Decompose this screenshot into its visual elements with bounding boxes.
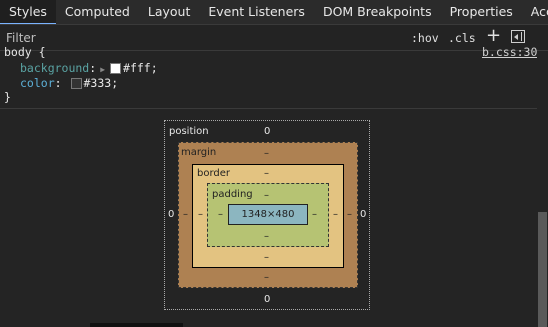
toggle-sidebar-icon[interactable] <box>511 30 525 43</box>
box-model-content[interactable]: 1348×480 <box>228 204 308 225</box>
margin-right-value[interactable]: – <box>347 209 352 220</box>
hover-state-toggle[interactable]: :hov <box>411 31 439 45</box>
style-rules-pane: body { b.css:30 background: ▶ #fff; color:… <box>0 45 548 109</box>
rule-selector[interactable]: body { <box>4 45 46 59</box>
property-value[interactable]: #fff <box>123 61 151 75</box>
tab-accessibility[interactable]: Accessibility <box>522 0 548 24</box>
devtools-sidebar-tabs: Styles Computed Layout Event Listeners D… <box>0 0 548 25</box>
class-toggle[interactable]: .cls <box>448 31 476 45</box>
border-top-value[interactable]: – <box>264 168 269 179</box>
margin-bottom-value[interactable]: – <box>264 272 269 283</box>
padding-top-value[interactable]: – <box>264 190 269 201</box>
declaration-color[interactable]: color: #333; <box>20 76 118 90</box>
rule-close-brace: } <box>4 90 11 104</box>
border-bottom-value[interactable]: – <box>264 252 269 263</box>
position-left-value[interactable]: 0 <box>168 209 174 220</box>
property-name[interactable]: background <box>20 61 89 75</box>
color-swatch-icon[interactable] <box>110 63 122 74</box>
padding-bottom-value[interactable]: – <box>264 231 269 242</box>
styles-toolbar: Filter :hov .cls + <box>0 25 548 51</box>
margin-top-value[interactable]: – <box>264 148 269 159</box>
position-top-value[interactable]: 0 <box>264 126 270 137</box>
color-swatch-icon[interactable] <box>70 78 82 89</box>
new-style-rule-button[interactable]: + <box>486 26 501 46</box>
declaration-background[interactable]: background: ▶ #fff; <box>20 61 158 75</box>
position-label: position <box>169 126 209 137</box>
tab-computed[interactable]: Computed <box>56 0 139 24</box>
border-label: border <box>197 168 231 179</box>
margin-left-value[interactable]: – <box>183 209 188 220</box>
rule-source-link[interactable]: b.css:30 <box>482 45 537 59</box>
padding-left-value[interactable]: – <box>218 209 223 220</box>
property-value[interactable]: #333 <box>84 76 112 90</box>
tab-event-listeners[interactable]: Event Listeners <box>199 0 314 24</box>
position-bottom-value[interactable]: 0 <box>264 294 270 305</box>
scrollbar-thumb[interactable] <box>538 212 547 327</box>
tab-properties[interactable]: Properties <box>441 0 522 24</box>
margin-label: margin <box>181 147 217 158</box>
tab-dom-breakpoints[interactable]: DOM Breakpoints <box>314 0 441 24</box>
property-name[interactable]: color <box>20 76 55 90</box>
padding-right-value[interactable]: – <box>312 209 317 220</box>
border-left-value[interactable]: – <box>198 209 203 220</box>
tab-layout[interactable]: Layout <box>139 0 200 24</box>
tab-styles[interactable]: Styles <box>0 0 56 24</box>
expand-arrow-icon[interactable]: ▶ <box>100 65 105 74</box>
filter-input[interactable]: Filter <box>6 31 36 45</box>
position-right-value[interactable]: 0 <box>360 209 366 220</box>
horizontal-scrollbar[interactable] <box>90 323 183 327</box>
border-right-value[interactable]: – <box>333 209 338 220</box>
padding-label: padding <box>212 189 253 200</box>
